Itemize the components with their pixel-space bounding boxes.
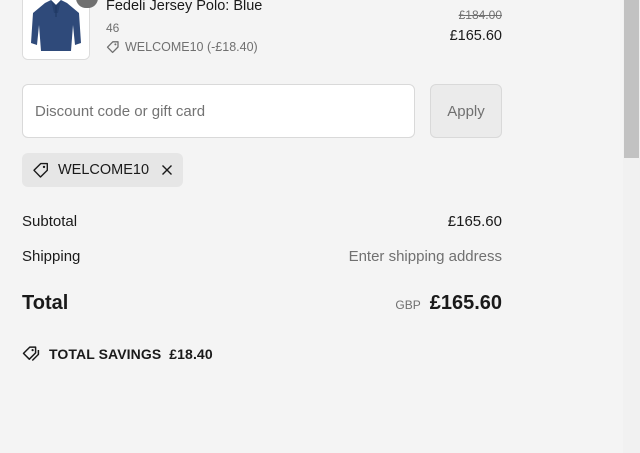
applied-code-label: WELCOME10 [58,162,150,178]
product-discount-label: WELCOME10 (-£18.40) [125,40,258,54]
subtotal-label: Subtotal [22,213,78,230]
total-label: Total [22,292,69,314]
product-variant: 46 [106,21,120,35]
tag-icon [33,162,48,178]
product-discount: WELCOME10 (-£18.40) [106,40,258,54]
applied-discount-chip: WELCOME10 [22,153,184,187]
total-value: GBP £165.60 [395,292,502,315]
subtotal-value: £165.60 [447,213,502,230]
tag-icon [106,41,119,54]
shipping-label: Shipping [22,248,81,265]
discount-code-input[interactable] [22,84,415,138]
close-icon [162,165,173,175]
tags-icon [22,346,40,362]
total-amount: £165.60 [429,292,502,314]
compare-at-price: £184.00 [458,8,502,22]
product-name: Fedeli Jersey Polo: Blue [106,0,263,14]
apply-button[interactable]: Apply [430,84,502,138]
savings-label: TOTAL SAVINGS [49,345,162,362]
polo-shirt-image [23,0,89,59]
shipping-value: Enter shipping address [348,248,502,265]
product-price: £165.60 [449,28,502,44]
currency-code: GBP [395,298,421,312]
product-thumbnail [22,0,90,60]
remove-discount-button[interactable] [161,164,173,176]
scrollbar-thumb[interactable] [624,0,639,158]
total-savings: TOTAL SAVINGS £18.40 [22,345,213,362]
savings-value: £18.40 [169,345,213,362]
